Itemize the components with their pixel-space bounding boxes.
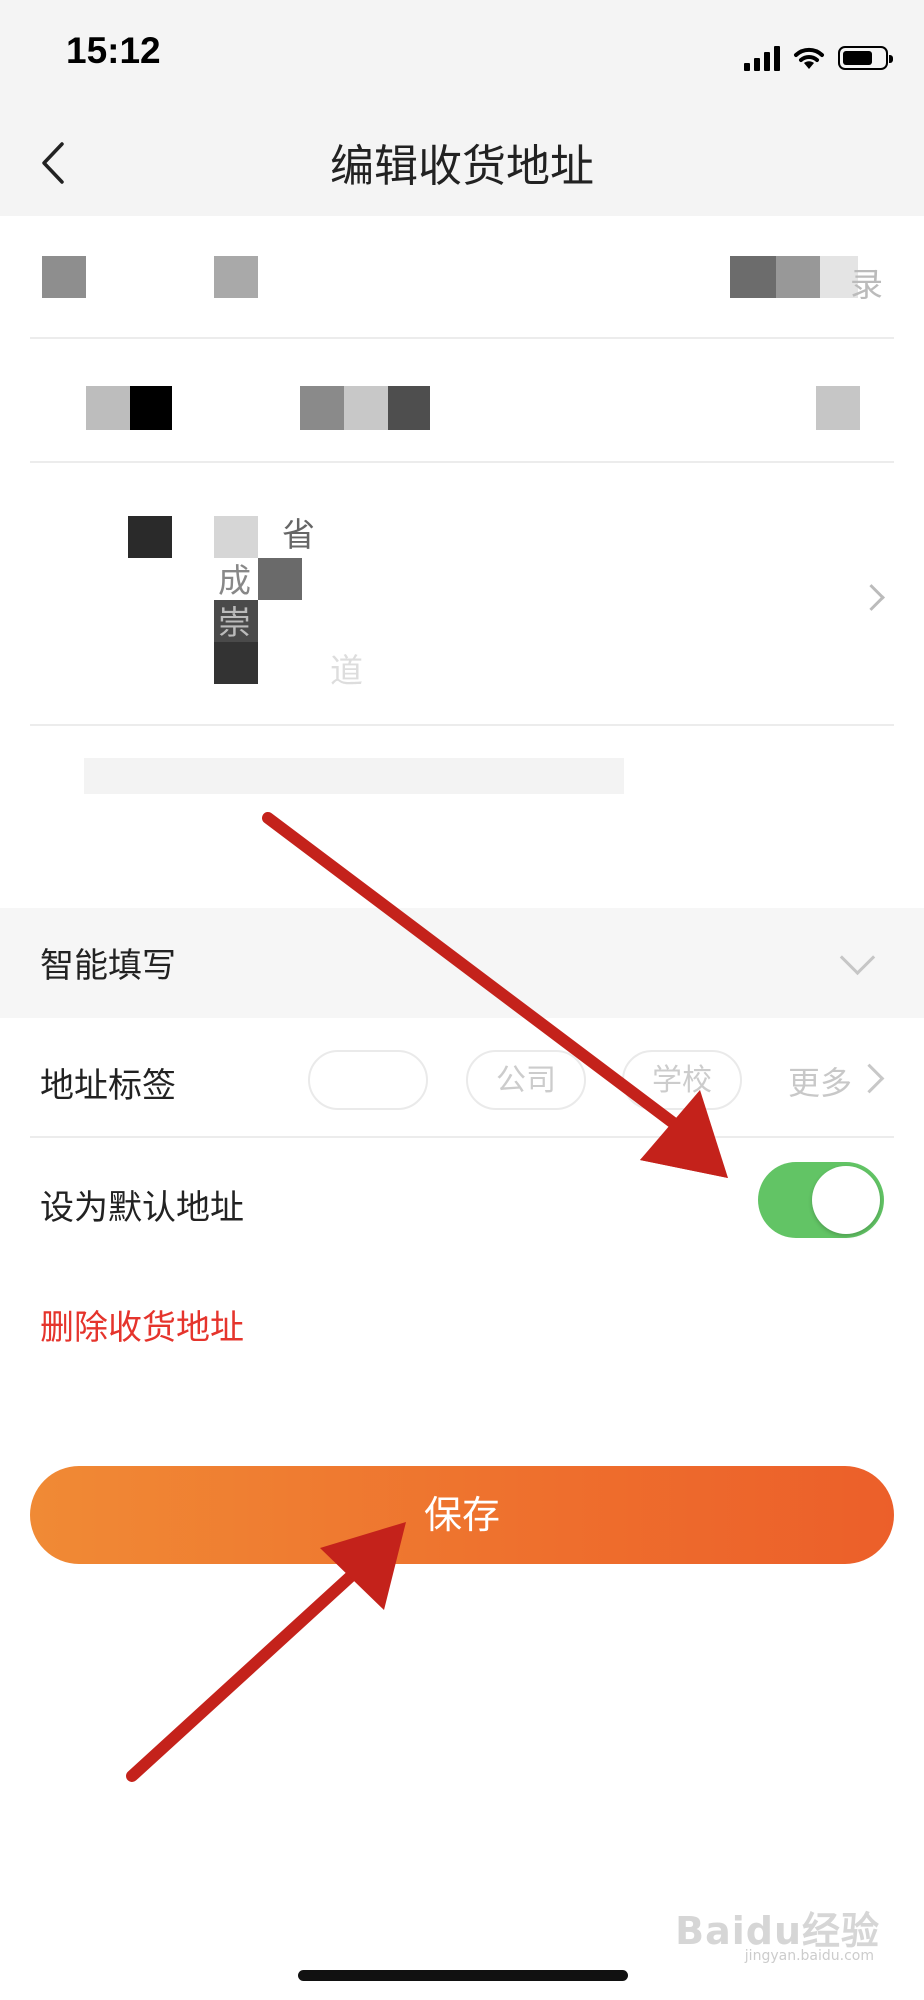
cellular-signal-icon <box>744 45 780 71</box>
contact-book-blur-2 <box>776 256 820 298</box>
default-address-label: 设为默认地址 <box>40 1188 244 1228</box>
region-district-text: 崇 <box>218 603 251 642</box>
receiver-name-blur <box>214 256 258 298</box>
more-tags-link[interactable]: 更多 <box>788 1058 852 1104</box>
phone-number-blur-3 <box>388 386 430 430</box>
phone-label-blur <box>86 386 130 430</box>
region-label-blur <box>128 516 172 558</box>
save-button[interactable]: 保存 <box>30 1466 894 1564</box>
smart-fill-label: 智能填写 <box>40 946 176 986</box>
contact-book-blur <box>730 256 776 298</box>
region-city-text: 成 <box>218 561 251 600</box>
receiver-label-blur <box>42 256 86 298</box>
phone-row[interactable] <box>0 340 924 460</box>
chevron-right-icon <box>854 1063 885 1094</box>
watermark-url: jingyan.baidu.com <box>744 1948 874 1964</box>
divider <box>30 724 894 726</box>
battery-icon <box>838 46 893 70</box>
phone-number-blur-2 <box>344 386 388 430</box>
home-indicator <box>298 1970 628 1981</box>
region-value-blur-4 <box>214 642 258 684</box>
phone-label-blur-2 <box>130 386 172 430</box>
region-province-text: 省 <box>282 515 315 554</box>
status-time: 15:12 <box>66 30 161 71</box>
region-row[interactable]: 省 成 崇 道 <box>0 464 924 724</box>
status-icons <box>744 38 893 78</box>
detail-address-faded <box>84 758 624 794</box>
region-value-blur <box>214 516 258 558</box>
divider <box>30 337 894 339</box>
region-value-blur-2 <box>258 558 302 600</box>
default-address-toggle[interactable] <box>758 1162 884 1238</box>
contact-book-text: 录 <box>850 265 883 304</box>
divider <box>30 1136 894 1138</box>
toggle-knob <box>812 1166 880 1234</box>
divider <box>30 461 894 463</box>
phone-number-blur <box>300 386 344 430</box>
detail-address-row[interactable] <box>0 728 924 908</box>
delete-address-button[interactable]: 删除收货地址 <box>40 1300 244 1349</box>
address-tag-label: 地址标签 <box>40 1066 176 1106</box>
receiver-name-row[interactable]: 录 <box>0 216 924 336</box>
tag-school[interactable]: 学校 <box>622 1050 742 1110</box>
phone-region-blur <box>816 386 860 430</box>
page-title: 编辑收货地址 <box>330 141 594 192</box>
watermark-logo: Baidu经验 <box>675 1909 880 1953</box>
tag-company[interactable]: 公司 <box>466 1050 586 1110</box>
tag-home[interactable] <box>308 1050 428 1110</box>
chevron-right-icon <box>858 584 885 611</box>
wifi-icon <box>794 47 824 69</box>
region-street-text: 道 <box>330 651 363 690</box>
